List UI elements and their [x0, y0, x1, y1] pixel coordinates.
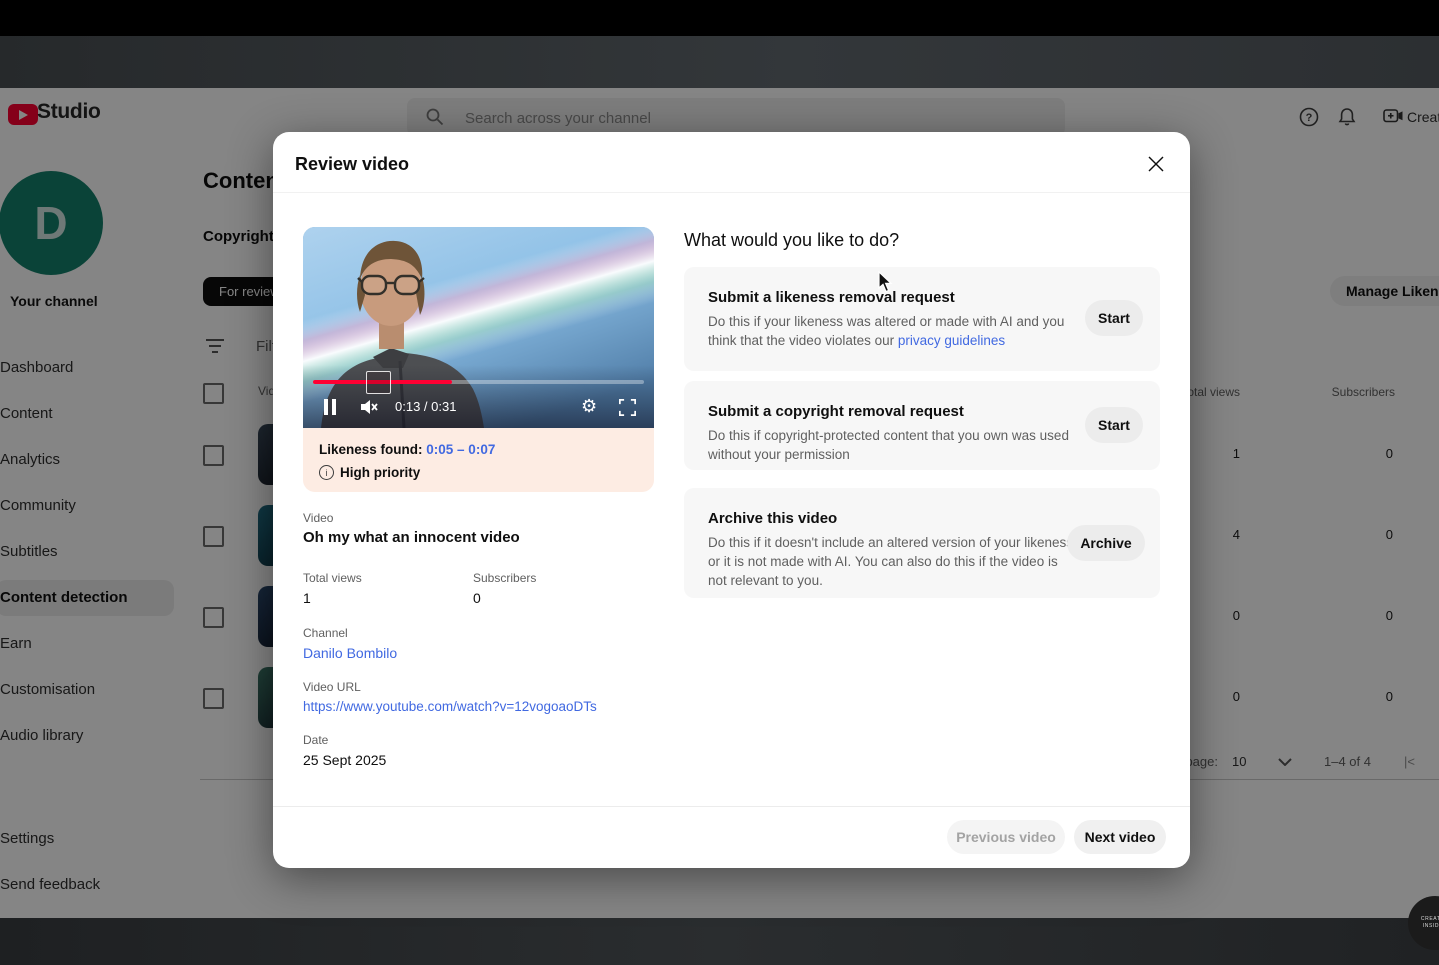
archive-video-button[interactable]: Archive — [1067, 525, 1145, 561]
video-url-label: Video URL — [303, 680, 361, 694]
option-card-copyright-removal: Submit a copyright removal request Do th… — [684, 381, 1160, 470]
mouse-cursor — [878, 271, 893, 293]
settings-gear-icon[interactable]: ⚙ — [581, 396, 597, 417]
total-views-value: 1 — [303, 590, 311, 606]
header-divider — [273, 192, 1190, 193]
date-label: Date — [303, 733, 328, 747]
likeness-found-label: Likeness found: — [319, 442, 423, 457]
time-display: 0:13 / 0:31 — [395, 399, 456, 414]
date-value: 25 Sept 2025 — [303, 752, 386, 768]
channel-link[interactable]: Danilo Bombilo — [303, 645, 397, 661]
pause-icon[interactable] — [323, 399, 337, 415]
option-description: Do this if your likeness was altered or … — [708, 312, 1080, 350]
likeness-segment-marker[interactable] — [366, 371, 391, 394]
option-description-text: Do this if it doesn't include an altered… — [708, 535, 1073, 588]
info-icon: i — [319, 465, 334, 480]
subscribers-value: 0 — [473, 590, 481, 606]
subscribers-label: Subscribers — [473, 571, 536, 585]
video-frame-band — [0, 36, 1439, 88]
likeness-timestamp-link[interactable]: 0:05 – 0:07 — [426, 442, 495, 457]
option-card-archive: Archive this video Do this if it doesn't… — [684, 488, 1160, 598]
option-description-text: Do this if your likeness was altered or … — [708, 314, 1064, 348]
option-description: Do this if it doesn't include an altered… — [708, 533, 1080, 590]
channel-label: Channel — [303, 626, 348, 640]
start-likeness-request-button[interactable]: Start — [1085, 300, 1143, 336]
review-video-dialog: Review video — [273, 132, 1190, 868]
start-copyright-request-button[interactable]: Start — [1085, 407, 1143, 443]
question-heading: What would you like to do? — [684, 230, 899, 251]
player-controls: 0:13 / 0:31 ⚙ — [303, 393, 654, 423]
option-description-text: Do this if copyright-protected content t… — [708, 428, 1069, 462]
likeness-found-panel: Likeness found: 0:05 – 0:07 i High priori… — [303, 428, 654, 492]
previous-video-button[interactable]: Previous video — [947, 820, 1065, 854]
badge-line1: CREATOR — [1421, 916, 1439, 923]
progress-bar[interactable] — [313, 380, 644, 384]
priority-label: High priority — [340, 465, 420, 480]
footer-divider — [273, 806, 1190, 807]
option-card-likeness-removal: Submit a likeness removal request Do thi… — [684, 267, 1160, 371]
total-views-label: Total views — [303, 571, 362, 585]
badge-line2: INSIDER — [1423, 923, 1439, 930]
option-title: Submit a likeness removal request — [708, 289, 1136, 306]
option-title: Archive this video — [708, 510, 1136, 527]
screen: Studio ? Create D Your channel Dashboard… — [0, 0, 1439, 965]
close-icon[interactable] — [1148, 156, 1164, 172]
video-title: Oh my what an innocent video — [303, 529, 520, 546]
letterbox-top — [0, 0, 1439, 36]
video-label: Video — [303, 511, 333, 525]
option-description: Do this if copyright-protected content t… — [708, 426, 1080, 464]
video-url-link[interactable]: https://www.youtube.com/watch?v=12vogoao… — [303, 699, 597, 714]
video-frame-band-bottom — [0, 918, 1439, 965]
dialog-title: Review video — [295, 154, 409, 175]
option-title: Submit a copyright removal request — [708, 403, 1136, 420]
privacy-guidelines-link[interactable]: privacy guidelines — [898, 333, 1005, 348]
muted-volume-icon[interactable] — [359, 398, 379, 416]
next-video-button[interactable]: Next video — [1074, 820, 1166, 854]
video-player[interactable]: 0:13 / 0:31 ⚙ — [303, 227, 654, 428]
fullscreen-icon[interactable] — [619, 399, 636, 416]
